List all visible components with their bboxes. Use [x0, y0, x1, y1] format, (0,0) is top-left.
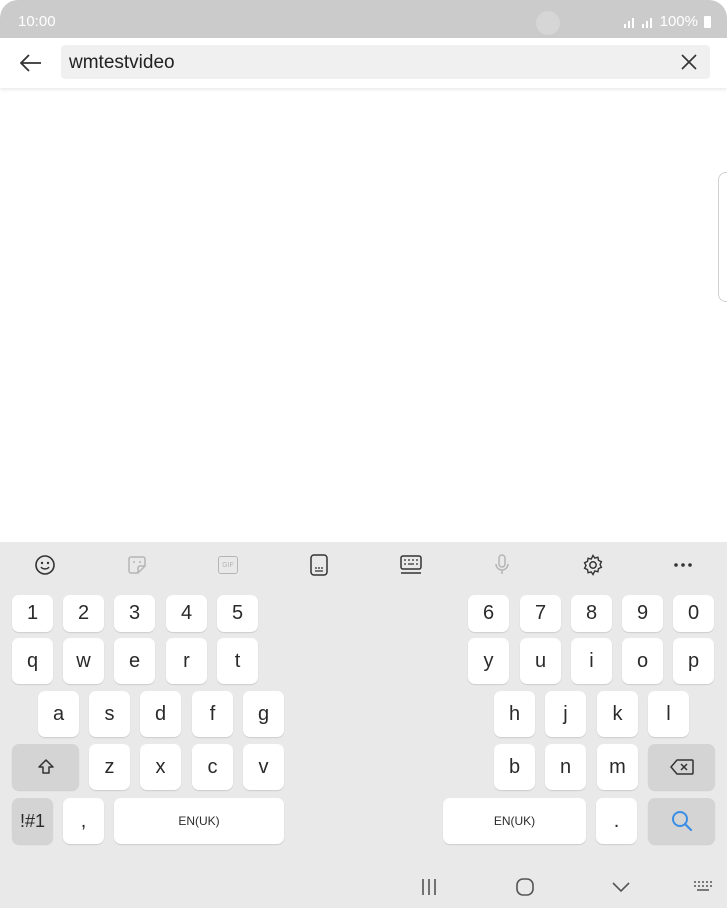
recent-apps-icon	[422, 879, 436, 895]
key-k[interactable]: k	[597, 691, 638, 737]
shift-arrow-icon	[37, 759, 54, 774]
signal-icon	[623, 16, 638, 28]
key-m[interactable]: m	[597, 744, 638, 790]
keyboard: GIF 1 2 3 4 5 6 7 8 9 0 q w e r t y u i …	[0, 542, 727, 908]
key-d[interactable]: d	[140, 691, 181, 737]
key-y[interactable]: y	[468, 638, 509, 684]
backspace-key[interactable]	[648, 744, 715, 790]
key-8[interactable]: 8	[571, 595, 612, 632]
key-r[interactable]: r	[166, 638, 207, 684]
key-0[interactable]: 0	[673, 595, 714, 632]
key-a[interactable]: a	[38, 691, 79, 737]
key-5[interactable]: 5	[217, 595, 258, 632]
status-bar: 10:00 100%	[0, 0, 727, 38]
sticker-icon[interactable]	[121, 551, 153, 579]
key-7[interactable]: 7	[520, 595, 561, 632]
key-j[interactable]: j	[545, 691, 586, 737]
key-u[interactable]: u	[520, 638, 561, 684]
mic-icon[interactable]	[486, 551, 518, 579]
settings-icon[interactable]	[577, 551, 609, 579]
key-f[interactable]: f	[192, 691, 233, 737]
search-header: wmtestvideo	[0, 38, 727, 88]
edge-panel-handle[interactable]	[718, 172, 727, 302]
battery-level: 100%	[659, 13, 698, 30]
symbols-key[interactable]: !#1	[12, 798, 53, 844]
key-s[interactable]: s	[89, 691, 130, 737]
key-o[interactable]: o	[622, 638, 663, 684]
front-camera	[536, 11, 560, 35]
navigation-bar	[0, 866, 727, 908]
key-e[interactable]: e	[114, 638, 155, 684]
keyboard-size-icon[interactable]	[303, 551, 335, 579]
emoji-icon[interactable]	[29, 551, 61, 579]
key-4[interactable]: 4	[166, 595, 207, 632]
key-z[interactable]: z	[89, 744, 130, 790]
key-6[interactable]: 6	[468, 595, 509, 632]
key-t[interactable]: t	[217, 638, 258, 684]
key-c[interactable]: c	[192, 744, 233, 790]
close-icon	[681, 54, 697, 70]
search-query: wmtestvideo	[69, 52, 175, 73]
keyboard-switch-button[interactable]	[688, 872, 718, 902]
key-1[interactable]: 1	[12, 595, 53, 632]
shift-key[interactable]	[12, 744, 79, 790]
key-b[interactable]: b	[494, 744, 535, 790]
home-button[interactable]	[510, 872, 540, 902]
keyboard-mode-icon[interactable]	[395, 551, 427, 579]
back-arrow-icon	[20, 54, 41, 72]
status-indicators: 100%	[623, 13, 711, 30]
key-x[interactable]: x	[140, 744, 181, 790]
comma-key[interactable]: ,	[63, 798, 104, 844]
key-l[interactable]: l	[648, 691, 689, 737]
key-i[interactable]: i	[571, 638, 612, 684]
search-key[interactable]	[648, 798, 715, 844]
status-time: 10:00	[18, 13, 56, 30]
back-button[interactable]	[14, 46, 48, 80]
key-h[interactable]: h	[494, 691, 535, 737]
key-v[interactable]: v	[243, 744, 284, 790]
home-icon	[516, 878, 534, 896]
keyboard-toolbar: GIF	[0, 542, 727, 588]
key-q[interactable]: q	[12, 638, 53, 684]
keyboard-icon	[694, 881, 712, 891]
key-p[interactable]: p	[673, 638, 714, 684]
key-9[interactable]: 9	[622, 595, 663, 632]
key-3[interactable]: 3	[114, 595, 155, 632]
chevron-down-icon	[612, 882, 630, 893]
gif-icon[interactable]: GIF	[212, 551, 244, 579]
search-icon	[671, 811, 692, 832]
backspace-icon	[669, 759, 694, 775]
key-w[interactable]: w	[63, 638, 104, 684]
battery-icon	[704, 15, 711, 28]
key-n[interactable]: n	[545, 744, 586, 790]
recent-apps-button[interactable]	[414, 872, 444, 902]
space-key-right[interactable]: EN(UK)	[443, 798, 586, 844]
space-key-left[interactable]: EN(UK)	[114, 798, 284, 844]
search-input[interactable]: wmtestvideo	[61, 45, 710, 79]
gif-label: GIF	[218, 556, 238, 574]
period-key[interactable]: .	[596, 798, 637, 844]
signal-icon-2	[641, 16, 656, 28]
hide-keyboard-button[interactable]	[606, 872, 636, 902]
clear-button[interactable]	[674, 47, 704, 77]
key-2[interactable]: 2	[63, 595, 104, 632]
more-icon[interactable]	[667, 551, 699, 579]
key-g[interactable]: g	[243, 691, 284, 737]
